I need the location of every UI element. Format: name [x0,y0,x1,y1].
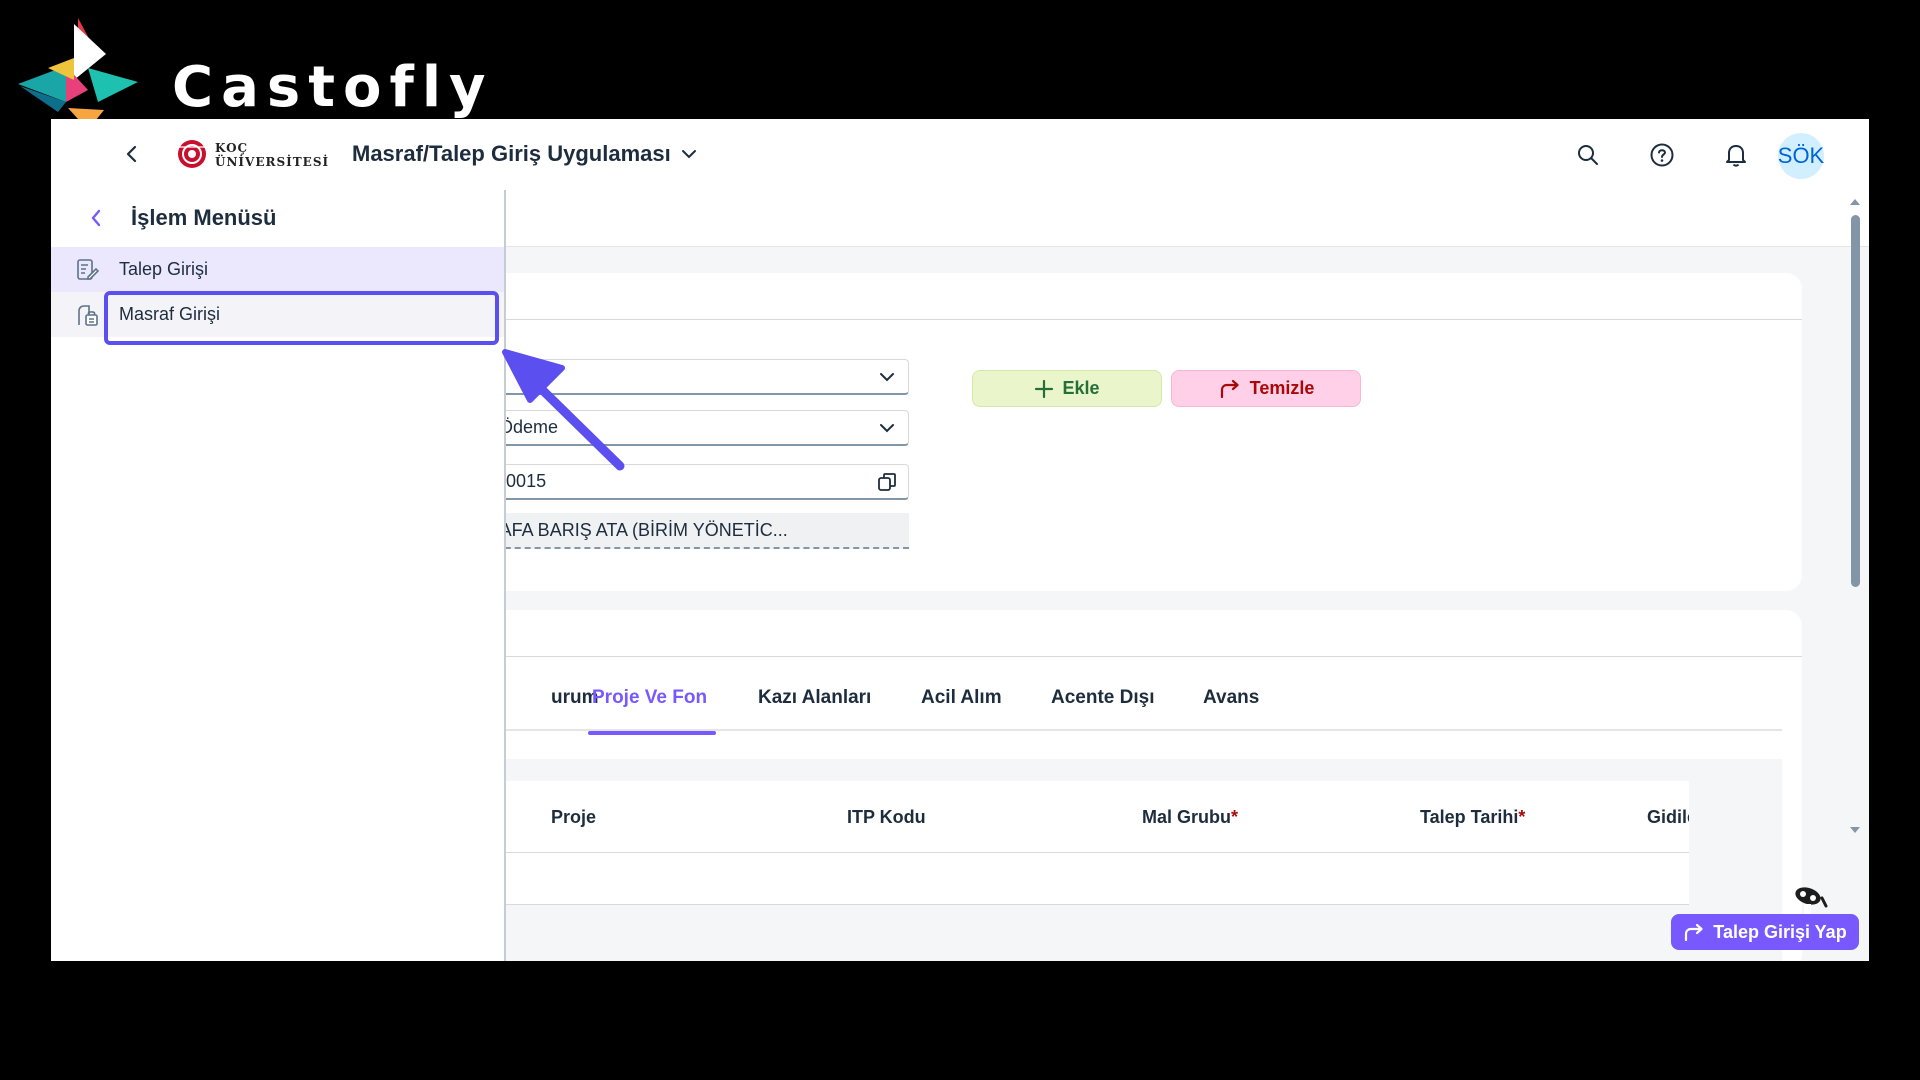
search-button[interactable] [1572,139,1604,171]
scroll-up-icon[interactable] [1848,195,1862,209]
chevron-down-icon[interactable] [876,417,898,439]
column-header-itp-kodu: ITP Kodu [847,807,926,828]
bell-icon [1726,145,1746,167]
column-label: Talep Tarihi [1420,807,1519,827]
submit-request-button[interactable]: Talep Girişi Yap [1671,914,1859,950]
robot-assistant-icon[interactable] [1790,884,1830,918]
payment-type-select[interactable]: akit Ödeme [455,410,909,446]
koc-emblem-icon [178,140,206,168]
add-button[interactable]: Ekle [972,370,1162,407]
castofly-branding: Castofly [18,18,486,130]
shellbar: KOÇ ÜNİVERSİTESİ Masraf/Talep Giriş Uygu… [51,119,1869,190]
castofly-logo-icon [18,18,138,130]
edit-document-icon [74,257,100,283]
column-label: Proje [551,807,597,827]
tab-kazi-alanlari[interactable]: Kazı Alanları [758,687,871,731]
active-tab-indicator [588,731,716,735]
help-button[interactable] [1646,139,1678,171]
scroll-thumb[interactable] [1851,215,1860,587]
side-menu-back-button[interactable] [85,207,107,229]
select-field-1[interactable]: 0 [455,359,909,395]
table-header: Proje ITP Kodu Mal Grubu* Talep Tarihi* … [451,781,1689,853]
submit-request-label: Talep Girişi Yap [1713,921,1847,942]
tab-acil-alim[interactable]: Acil Alım [921,687,1002,731]
redo-arrow-icon [1220,379,1239,398]
column-header-talep-tarihi: Talep Tarihi* [1420,807,1525,828]
clear-button[interactable]: Temizle [1171,370,1361,407]
notifications-button[interactable] [1720,139,1752,171]
share-arrow-icon [1685,923,1703,942]
column-header-proje: Proje [551,807,596,828]
table-row[interactable] [451,853,1689,905]
vertical-scrollbar[interactable] [1848,195,1862,845]
approver-field: USTAFA BARIŞ ATA (BİRİM YÖNETİC... [455,513,909,549]
details-card-header [451,610,1802,657]
scroll-down-icon[interactable] [1848,823,1862,837]
add-button-label: Ekle [1062,378,1100,398]
side-menu-header: İşlem Menüsü [51,190,504,246]
receipt-icon [74,302,100,328]
logo-line2: ÜNİVERSİTESİ [215,155,330,169]
tab-avans[interactable]: Avans [1203,687,1259,731]
copy-icon[interactable] [876,471,898,493]
tab-proje-ve-fon[interactable]: Proje Ve Fon [592,687,707,731]
column-label: Gidilecek Y [1647,807,1689,827]
plus-icon [1035,379,1054,398]
column-label: ITP Kodu [847,807,926,827]
code-input[interactable]: 90000015 [455,464,909,500]
user-avatar[interactable]: SÖK [1778,133,1824,179]
chevron-down-icon [681,150,696,159]
side-menu-title: İşlem Menüsü [131,205,277,230]
chevron-down-icon[interactable] [876,366,898,388]
menu-item-talep-girisi[interactable]: Talep Girişi [51,247,504,292]
logo-line1: KOÇ [215,141,249,155]
search-icon [1578,145,1598,165]
tab-acente-disi[interactable]: Acente Dışı [1051,687,1154,731]
menu-item-label: Talep Girişi [119,259,209,279]
app-window: KOÇ ÜNİVERSİTESİ Masraf/Talep Giriş Uygu… [51,119,1869,961]
app-title: Masraf/Talep Giriş Uygulaması [352,141,671,166]
side-menu: İşlem Menüsü Talep Girişi Masraf Girişi [51,190,506,961]
column-header-mal-grubu: Mal Grubu* [1142,807,1238,828]
approver-value: USTAFA BARIŞ ATA (BİRİM YÖNETİC... [465,519,788,540]
app-title-menu[interactable]: Masraf/Talep Giriş Uygulaması [352,141,697,167]
required-marker: * [1518,807,1526,827]
back-button[interactable] [117,139,147,169]
castofly-wordmark: Castofly [172,55,494,120]
column-header-gidilecek: Gidilecek Y [1647,807,1689,828]
help-icon [1650,143,1674,167]
chevron-left-icon [126,145,137,163]
tab-bar: urum Proje Ve Fon Kazı Alanları Acil Alı… [451,677,1782,731]
tutorial-highlight-box [104,291,499,345]
koc-university-logo[interactable]: KOÇ ÜNİVERSİTESİ [175,137,328,171]
form-card-header [451,273,1802,320]
required-marker: * [1231,807,1239,827]
column-label: Mal Grubu [1142,807,1231,827]
clear-button-label: Temizle [1249,378,1315,398]
chevron-left-icon [91,209,101,227]
